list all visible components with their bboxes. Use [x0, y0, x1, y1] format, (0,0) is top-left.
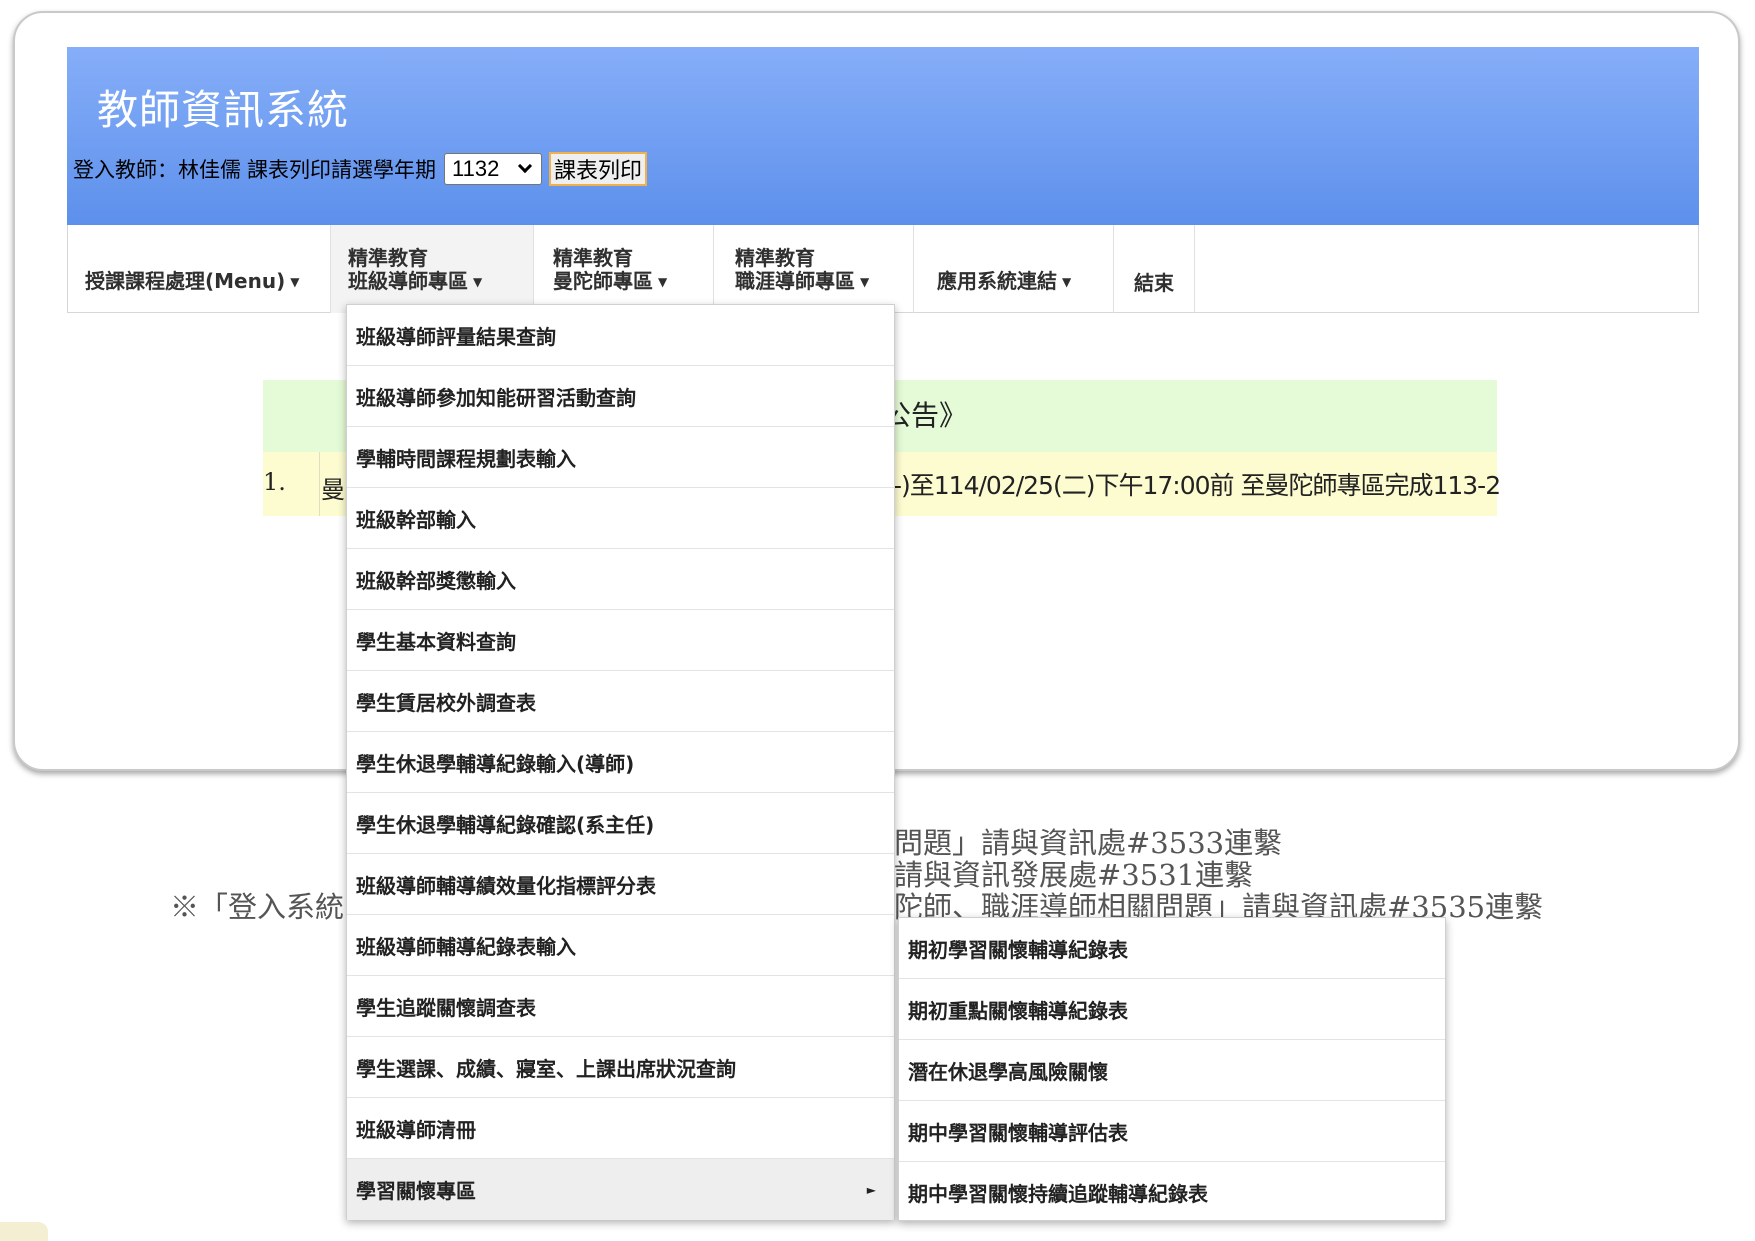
announcement-text-tail: -)至114/02/25(二)下午17:00前 至曼陀師專區完成113-2	[893, 471, 1501, 500]
menu-item[interactable]: 學生追蹤關懷調查表	[347, 976, 894, 1037]
nav-label: 授課課程處理(Menu)	[85, 269, 286, 293]
announcement-number: 1.	[263, 468, 286, 496]
menu-item[interactable]: 學生選課、成績、寢室、上課出席狀況查詢	[347, 1037, 894, 1098]
submenu-item[interactable]: 期中學習關懷持續追蹤輔導紀錄表	[899, 1162, 1445, 1223]
menu-item[interactable]: 學生休退學輔導紀錄輸入(導師)	[347, 732, 894, 793]
submenu-item[interactable]: 期中學習關懷輔導評估表	[899, 1101, 1445, 1162]
submenu-item[interactable]: 期初重點關懷輔導紀錄表	[899, 979, 1445, 1040]
row-divider	[319, 452, 320, 516]
nav-label: 應用系統連結	[937, 269, 1057, 293]
app-title: 教師資訊系統	[97, 86, 349, 134]
caret-right-icon: ►	[866, 1183, 876, 1197]
print-prompt-label: 課表列印請選學年期	[247, 158, 436, 182]
login-row: 登入教師：林佳儒 課表列印請選學年期 1132 課表列印	[73, 151, 648, 187]
nav-label: 曼陀師專區	[553, 269, 653, 293]
menu-item[interactable]: 班級導師輔導績效量化指標評分表	[347, 854, 894, 915]
menu-item[interactable]: 學生賃居校外調查表	[347, 671, 894, 732]
caret-down-icon: ▼	[658, 275, 668, 289]
caret-down-icon: ▼	[473, 275, 483, 289]
nav-exit[interactable]: 結束	[1114, 225, 1195, 313]
nav-career-mentor[interactable]: 精準教育 職涯導師專區 ▼	[714, 225, 914, 313]
print-schedule-button[interactable]: 課表列印	[549, 152, 648, 186]
main-navbar: 授課課程處理(Menu) ▼ 精準教育 班級導師專區 ▼ 精準教育 曼陀師專區 ▼ 精…	[67, 225, 1699, 313]
nav-app-links[interactable]: 應用系統連結 ▼	[914, 225, 1114, 313]
nav-class-mentor[interactable]: 精準教育 班級導師專區 ▼	[331, 225, 534, 313]
menu-item[interactable]: 學輔時間課程規劃表輸入	[347, 427, 894, 488]
term-select[interactable]: 1132	[444, 153, 542, 185]
menu-item[interactable]: 班級幹部輸入	[347, 488, 894, 549]
login-teacher-label: 登入教師：林佳儒	[73, 158, 241, 182]
term-select-value: 1132	[452, 156, 500, 181]
menu-item-learning-care[interactable]: 學習關懷專區 ►	[347, 1159, 894, 1220]
menu-item[interactable]: 班級導師參加知能研習活動查詢	[347, 366, 894, 427]
menu-item[interactable]: 班級幹部獎懲輸入	[347, 549, 894, 610]
nav-label: 職涯導師專區	[735, 269, 855, 293]
nav-mentor-master[interactable]: 精準教育 曼陀師專區 ▼	[534, 225, 714, 313]
caret-down-icon: ▼	[1062, 275, 1072, 289]
menu-item[interactable]: 學生基本資料查詢	[347, 610, 894, 671]
menu-item[interactable]: 學生休退學輔導紀錄確認(系主任)	[347, 793, 894, 854]
footnote-line-3: ※「登入系統 陀師、職涯導師相關問題」請與資訊處#3535連繫	[170, 884, 1543, 926]
submenu-item[interactable]: 期初學習關懷輔導紀錄表	[899, 918, 1445, 979]
menu-item[interactable]: 班級導師輔導紀錄表輸入	[347, 915, 894, 976]
nav-course-menu[interactable]: 授課課程處理(Menu) ▼	[68, 225, 331, 313]
caret-down-icon: ▼	[290, 275, 300, 289]
menu-item[interactable]: 班級導師評量結果查詢	[347, 305, 894, 366]
submenu-item[interactable]: 潛在休退學高風險關懷	[899, 1040, 1445, 1101]
menu-item[interactable]: 班級導師清冊	[347, 1098, 894, 1159]
menu-item-label: 學習關懷專區	[356, 1179, 476, 1203]
nav-label: 班級導師專區	[348, 269, 468, 293]
caret-down-icon: ▼	[860, 275, 870, 289]
chevron-down-icon	[517, 158, 533, 174]
class-mentor-dropdown: 班級導師評量結果查詢 班級導師參加知能研習活動查詢 學輔時間課程規劃表輸入 班級…	[346, 304, 895, 1220]
footnote-line-3-start: ※「登入系統	[170, 890, 345, 924]
announcement-heading: 公告》	[883, 399, 968, 432]
corner-tab[interactable]	[0, 1222, 48, 1241]
nav-label: 結束	[1134, 271, 1174, 295]
app-header: 教師資訊系統 登入教師：林佳儒 課表列印請選學年期 1132 課表列印	[67, 47, 1699, 225]
announcement-text-start: 曼	[321, 476, 345, 504]
learning-care-submenu: 期初學習關懷輔導紀錄表 期初重點關懷輔導紀錄表 潛在休退學高風險關懷 期中學習關…	[898, 917, 1446, 1221]
